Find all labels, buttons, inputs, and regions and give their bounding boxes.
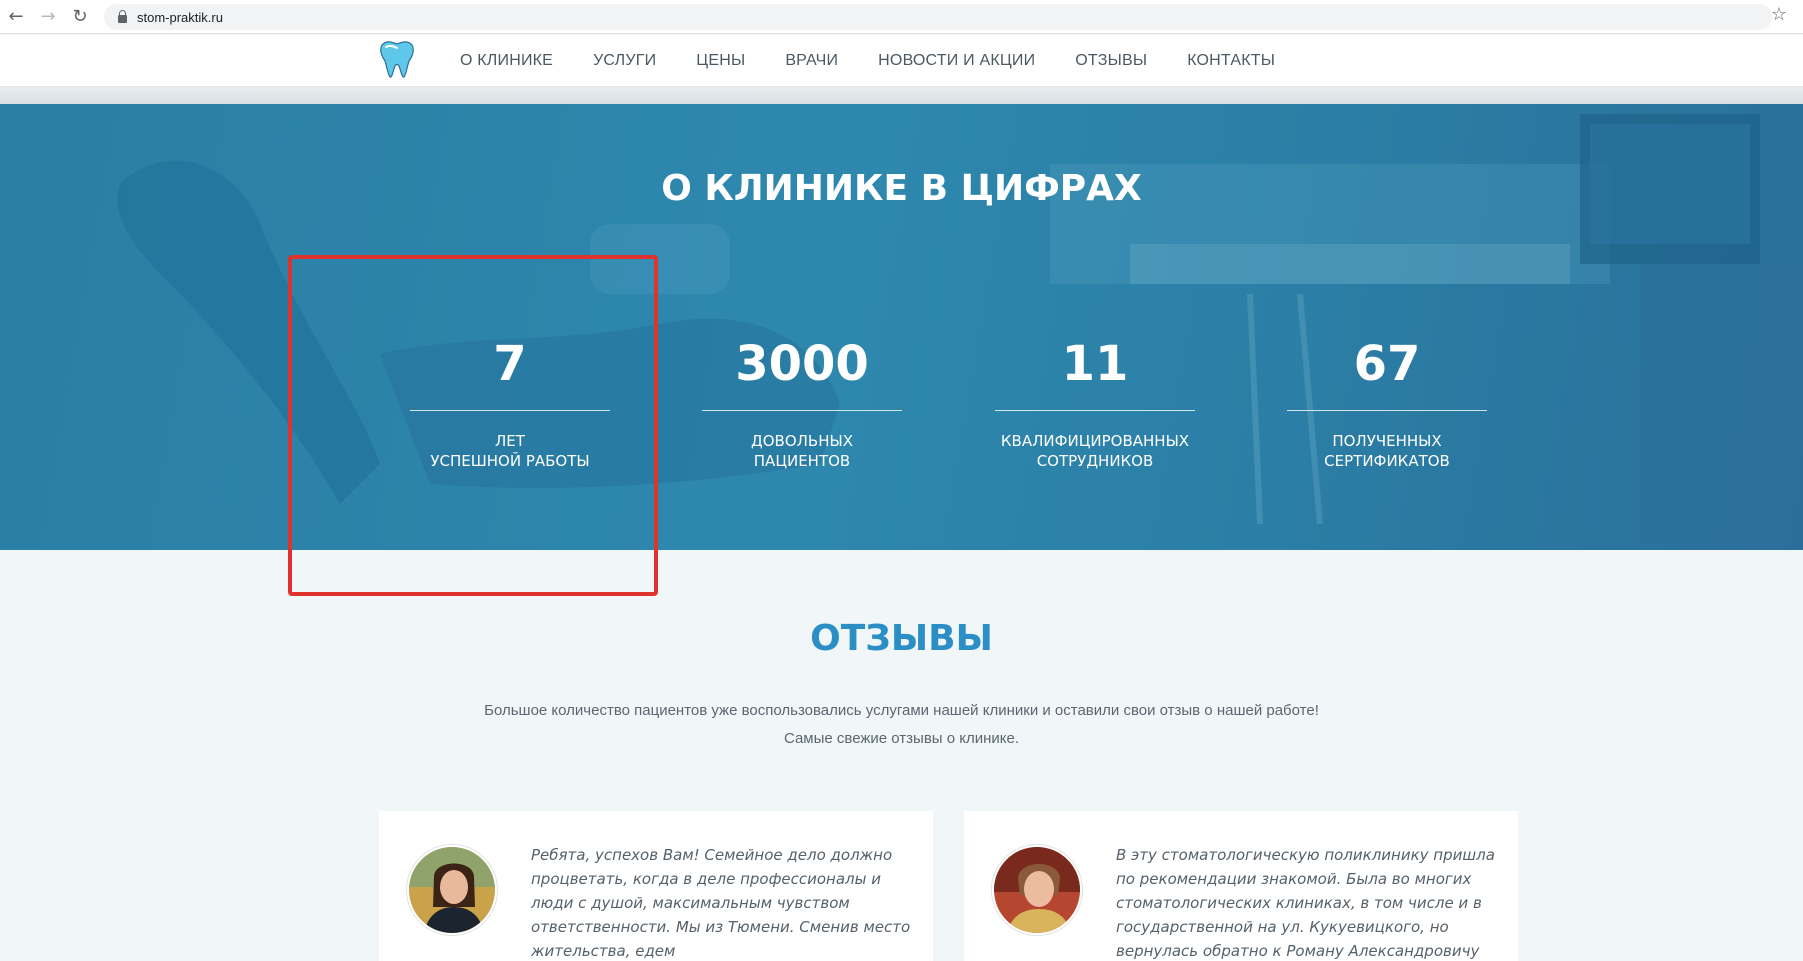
browser-toolbar: ← → ↻ stom-praktik.ru ☆ bbox=[0, 0, 1803, 34]
avatar bbox=[992, 845, 1082, 935]
site-header: О КЛИНИКЕ УСЛУГИ ЦЕНЫ ВРАЧИ НОВОСТИ И АК… bbox=[0, 35, 1803, 87]
stat-certificates: 67 ПОЛУЧЕННЫХ СЕРТИФИКАТОВ bbox=[1287, 336, 1487, 471]
back-button[interactable]: ← bbox=[0, 0, 32, 34]
stat-number: 11 bbox=[1061, 336, 1129, 392]
reviews-title: ОТЗЫВЫ bbox=[810, 618, 993, 659]
lock-icon bbox=[118, 9, 127, 23]
arrow-right-icon: → bbox=[40, 6, 56, 27]
stats-section: О КЛИНИКЕ В ЦИФРАХ 7 ЛЕТ УСПЕШНОЙ РАБОТЫ… bbox=[0, 104, 1803, 550]
avatar bbox=[407, 845, 497, 935]
menu-item-about[interactable]: О КЛИНИКЕ bbox=[460, 52, 553, 70]
reviews-intro: Большое количество пациентов уже восполь… bbox=[0, 697, 1803, 753]
menu-item-news[interactable]: НОВОСТИ И АКЦИИ bbox=[878, 52, 1035, 70]
stat-staff: 11 КВАЛИФИЦИРОВАННЫХ СОТРУДНИКОВ bbox=[995, 336, 1195, 471]
stat-label-line1: ДОВОЛЬНЫХ bbox=[751, 432, 853, 450]
arrow-left-icon: ← bbox=[8, 6, 24, 27]
stat-patients: 3000 ДОВОЛЬНЫХ ПАЦИЕНТОВ bbox=[702, 336, 902, 471]
highlight-box bbox=[288, 255, 658, 596]
reviewer-photo-icon bbox=[409, 847, 495, 933]
review-card: Ребята, успехов Вам! Семейное дело должн… bbox=[379, 811, 933, 961]
menu-item-prices[interactable]: ЦЕНЫ bbox=[696, 52, 745, 70]
reviews-intro-line2: Самые свежие отзывы о клинике. bbox=[783, 730, 1020, 747]
menu-item-reviews[interactable]: ОТЗЫВЫ bbox=[1075, 52, 1147, 70]
reviewer-photo-icon bbox=[994, 847, 1080, 933]
stats-title: О КЛИНИКЕ В ЦИФРАХ bbox=[0, 168, 1803, 209]
address-bar[interactable]: stom-praktik.ru bbox=[104, 4, 1772, 30]
review-text: Ребята, успехов Вам! Семейное дело должн… bbox=[531, 846, 911, 960]
stat-divider bbox=[702, 410, 902, 411]
stat-label-line2: СОТРУДНИКОВ bbox=[1036, 452, 1154, 470]
stat-label-line1: ПОЛУЧЕННЫХ bbox=[1332, 432, 1442, 450]
stat-number: 67 bbox=[1353, 336, 1421, 392]
stat-divider bbox=[995, 410, 1195, 411]
menu-item-contacts[interactable]: КОНТАКТЫ bbox=[1187, 52, 1275, 70]
main-menu: О КЛИНИКЕ УСЛУГИ ЦЕНЫ ВРАЧИ НОВОСТИ И АК… bbox=[460, 35, 1315, 87]
stats-title-rest: В ЦИФРАХ bbox=[908, 168, 1142, 209]
stats-title-bold: О КЛИНИКЕ bbox=[661, 168, 909, 209]
menu-item-doctors[interactable]: ВРАЧИ bbox=[785, 52, 838, 70]
menu-item-services[interactable]: УСЛУГИ bbox=[593, 52, 656, 70]
tooth-logo-icon[interactable] bbox=[378, 39, 416, 79]
forward-button[interactable]: → bbox=[32, 0, 64, 34]
reviews-intro-line1: Большое количество пациентов уже восполь… bbox=[484, 702, 1319, 719]
review-text: В эту стоматологическую поликлинику приш… bbox=[1116, 846, 1495, 960]
header-shadow bbox=[0, 87, 1803, 104]
stat-label-line1: КВАЛИФИЦИРОВАННЫХ bbox=[1000, 432, 1190, 450]
reload-button[interactable]: ↻ bbox=[64, 0, 96, 34]
stat-divider bbox=[1287, 410, 1487, 411]
stat-label-line2: ПАЦИЕНТОВ bbox=[753, 452, 851, 470]
review-card: В эту стоматологическую поликлинику приш… bbox=[964, 811, 1518, 961]
reload-icon: ↻ bbox=[72, 6, 88, 27]
stat-number: 3000 bbox=[735, 336, 869, 392]
bookmark-star-icon[interactable]: ☆ bbox=[1771, 4, 1787, 25]
stat-label-line2: СЕРТИФИКАТОВ bbox=[1324, 452, 1450, 470]
url-text: stom-praktik.ru bbox=[137, 9, 223, 25]
